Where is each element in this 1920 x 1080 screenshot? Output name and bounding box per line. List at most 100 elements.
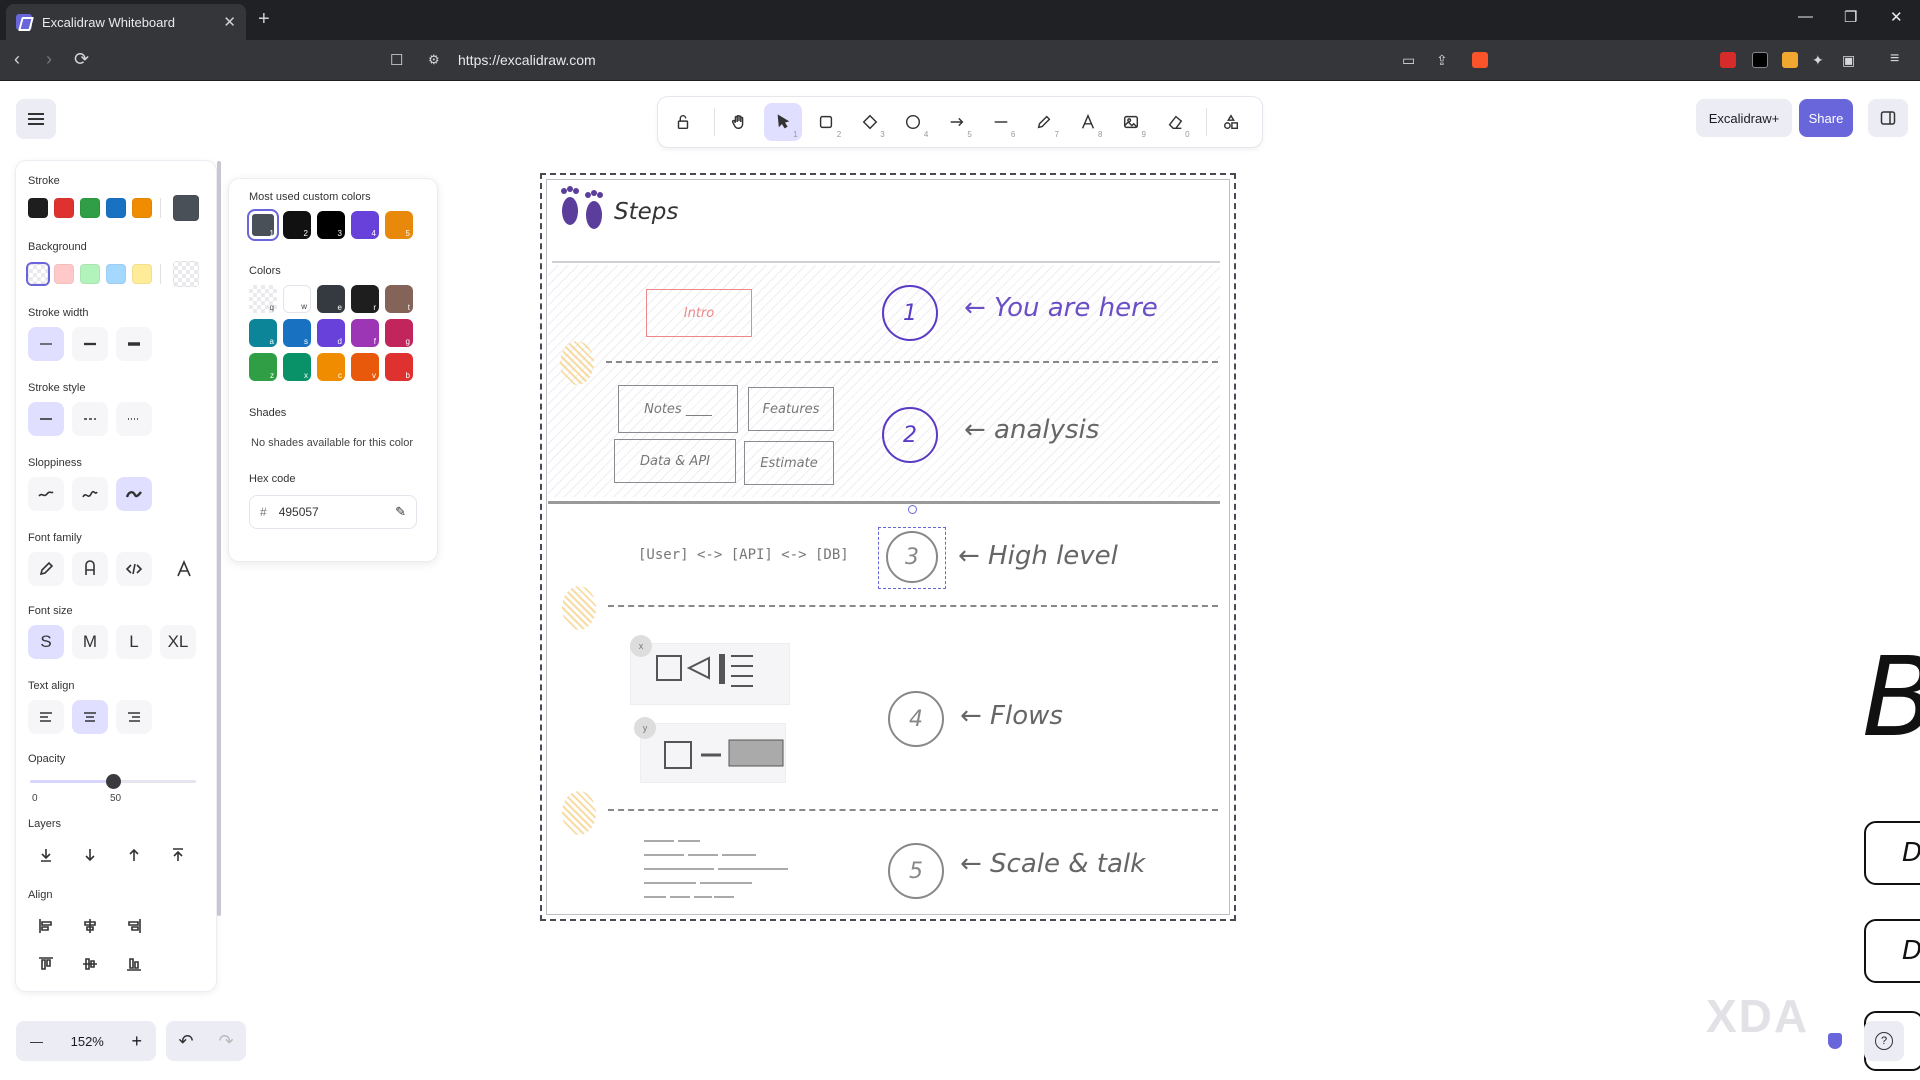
sticky-marker[interactable] — [562, 791, 596, 835]
align-center-h-button[interactable] — [72, 909, 108, 943]
color-swatch[interactable]: e — [317, 285, 345, 313]
architecture-text[interactable]: [User] <-> [API] <-> [DB] — [638, 547, 849, 563]
url-text[interactable]: https://excalidraw.com — [458, 52, 596, 68]
color-swatch[interactable]: f — [351, 319, 379, 347]
data-api-box[interactable]: Data & API — [614, 439, 736, 483]
font-normal-button[interactable] — [72, 552, 108, 586]
share-page-icon[interactable]: ⇪ — [1436, 52, 1448, 69]
notes-box[interactable]: Notes ____ — [618, 385, 738, 433]
text-align-left-button[interactable] — [28, 700, 64, 734]
color-swatch[interactable]: q — [249, 285, 277, 313]
hex-input[interactable]: # 495057 ✎ — [249, 495, 417, 529]
window-minimize-button[interactable]: — — [1798, 8, 1813, 25]
stroke-color-swatch[interactable] — [80, 198, 100, 218]
step-circle-5[interactable]: 5 — [888, 843, 944, 899]
eraser-tool[interactable]: 0 — [1156, 103, 1194, 141]
badge-y[interactable]: y — [634, 717, 656, 739]
properties-scrollbar[interactable] — [217, 161, 221, 916]
undo-icon[interactable]: ↶ — [178, 1031, 193, 1052]
dashed-separator[interactable] — [606, 361, 1218, 363]
color-swatch[interactable]: s — [283, 319, 311, 347]
tab-close-icon[interactable]: ✕ — [223, 13, 236, 31]
canvas-heading[interactable]: Steps — [614, 199, 678, 225]
sloppiness-artist-button[interactable] — [72, 477, 108, 511]
text-tool[interactable]: 8 — [1069, 103, 1107, 141]
align-top-button[interactable] — [28, 947, 64, 981]
color-swatch[interactable]: 5 — [385, 211, 413, 239]
site-settings-icon[interactable]: ⚙ — [428, 52, 440, 68]
color-swatch[interactable]: r — [351, 285, 379, 313]
back-arrow-icon[interactable]: ‹ — [14, 49, 20, 70]
extensions-puzzle-icon[interactable]: ✦ — [1812, 52, 1824, 69]
rectangle-tool[interactable]: 2 — [808, 103, 846, 141]
step-circle-2[interactable]: 2 — [882, 407, 938, 463]
forward-arrow-icon[interactable]: › — [46, 49, 52, 70]
color-swatch[interactable]: v — [351, 353, 379, 381]
text-align-right-button[interactable] — [116, 700, 152, 734]
notion-extension-icon[interactable] — [1752, 52, 1768, 68]
step-label-3[interactable]: ← High level — [958, 541, 1118, 571]
align-right-button[interactable] — [116, 909, 152, 943]
background-color-swatch[interactable] — [132, 264, 152, 284]
bookmark-icon[interactable]: ☐ — [390, 51, 403, 69]
extension-yellow-icon[interactable] — [1782, 52, 1798, 68]
step-circle-1[interactable]: 1 — [882, 285, 938, 341]
color-swatch[interactable]: c — [317, 353, 345, 381]
new-tab-button[interactable]: + — [258, 8, 270, 31]
opacity-knob[interactable] — [106, 774, 121, 789]
eyedropper-icon[interactable]: ✎ — [395, 504, 406, 520]
dashed-separator[interactable] — [608, 605, 1218, 607]
step-label-4[interactable]: ← Flows — [960, 701, 1063, 731]
background-color-swatch[interactable] — [28, 264, 48, 284]
font-code-button[interactable] — [116, 552, 152, 586]
align-bottom-button[interactable] — [116, 947, 152, 981]
font-size-s-button[interactable]: S — [28, 625, 64, 659]
send-backward-button[interactable] — [72, 838, 108, 872]
dashed-separator[interactable] — [608, 809, 1218, 811]
badge-x[interactable]: x — [630, 635, 652, 657]
color-swatch[interactable]: 4 — [351, 211, 379, 239]
window-maximize-button[interactable]: ❐ — [1844, 8, 1857, 26]
zoom-level[interactable]: 152% — [71, 1034, 104, 1049]
background-color-swatch[interactable] — [80, 264, 100, 284]
color-swatch[interactable]: a — [249, 319, 277, 347]
color-swatch[interactable]: d — [317, 319, 345, 347]
image-tool[interactable]: 9 — [1112, 103, 1150, 141]
color-swatch[interactable]: g — [385, 319, 413, 347]
color-swatch[interactable]: 2 — [283, 211, 311, 239]
more-tools-button[interactable] — [1213, 103, 1251, 141]
estimate-box[interactable]: Estimate — [744, 441, 834, 485]
color-swatch[interactable]: t — [385, 285, 413, 313]
line-tool[interactable]: 6 — [982, 103, 1020, 141]
font-size-l-button[interactable]: L — [116, 625, 152, 659]
redo-icon[interactable]: ↷ — [218, 1031, 233, 1052]
zoom-out-button[interactable]: — — [30, 1034, 43, 1049]
sticky-marker[interactable] — [562, 586, 596, 630]
align-center-v-button[interactable] — [72, 947, 108, 981]
help-button[interactable]: ? — [1864, 1021, 1904, 1061]
brave-shield-icon[interactable] — [1472, 52, 1488, 68]
color-swatch[interactable]: w — [283, 285, 311, 313]
step-circle-4[interactable]: 4 — [888, 691, 944, 747]
stroke-color-swatch[interactable] — [28, 198, 48, 218]
color-swatch[interactable]: 1 — [249, 211, 277, 239]
selection-tool[interactable]: 1 — [764, 103, 802, 141]
window-close-button[interactable]: ✕ — [1890, 8, 1903, 26]
align-left-button[interactable] — [28, 909, 64, 943]
background-color-swatch[interactable] — [106, 264, 126, 284]
current-stroke-color[interactable] — [173, 195, 199, 221]
opacity-slider[interactable] — [28, 773, 198, 789]
arrow-tool[interactable]: 5 — [938, 103, 976, 141]
browser-menu-icon[interactable]: ≡ — [1890, 50, 1899, 68]
bring-forward-button[interactable] — [116, 838, 152, 872]
diamond-tool[interactable]: 3 — [851, 103, 889, 141]
library-button[interactable] — [1868, 99, 1908, 137]
color-swatch[interactable]: x — [283, 353, 311, 381]
font-size-xl-button[interactable]: XL — [160, 625, 196, 659]
color-swatch[interactable]: b — [385, 353, 413, 381]
extension-red-icon[interactable] — [1720, 52, 1736, 68]
partial-box-2[interactable]: De — [1864, 919, 1920, 983]
current-background-color[interactable] — [173, 261, 199, 287]
ellipse-tool[interactable]: 4 — [895, 103, 933, 141]
stroke-style-dotted-button[interactable] — [116, 402, 152, 436]
